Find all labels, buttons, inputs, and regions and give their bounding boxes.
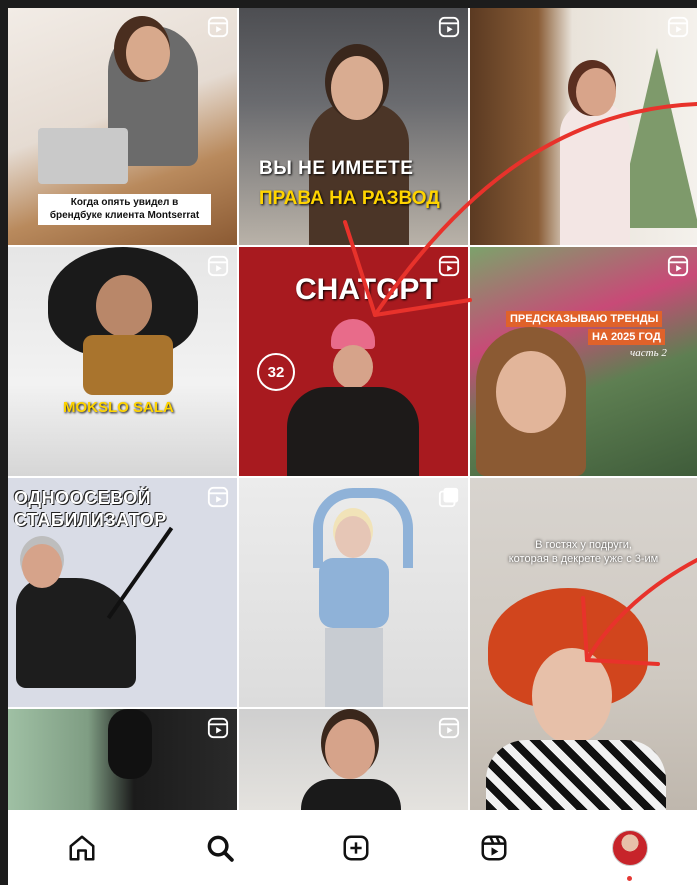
- nav-profile[interactable]: [608, 828, 652, 868]
- grid-tile-7[interactable]: ОДНООСЕВОЙ СТАБИЛИЗАТОР: [8, 478, 237, 707]
- grid-tile-10[interactable]: [8, 709, 237, 810]
- create-icon: [343, 835, 369, 861]
- episode-badge: 32: [257, 353, 295, 391]
- person-body: [486, 740, 666, 810]
- person-head: [126, 26, 170, 80]
- grid-tile-1[interactable]: Когда опять увидел в брендбуке клиента M…: [8, 8, 237, 245]
- reels-icon: [481, 835, 507, 861]
- tile-caption-line-1: ОДНООСЕВОЙ: [14, 488, 152, 508]
- reels-icon: [207, 486, 229, 508]
- tile-caption: Когда опять увидел в брендбуке клиента M…: [38, 194, 211, 225]
- grid-tile-6[interactable]: ПРЕДСКАЗЫВАЮ ТРЕНДЫ НА 2025 ГОД часть 2: [470, 247, 697, 476]
- reels-icon: [207, 255, 229, 277]
- person-head: [496, 351, 566, 433]
- person-body: [83, 335, 173, 395]
- bottom-nav: [8, 810, 697, 885]
- tile-caption: MOKSLO SALA: [63, 399, 174, 416]
- profile-grid-screen: Когда опять увидел в брендбуке клиента M…: [8, 8, 697, 885]
- person-figure: [16, 578, 136, 688]
- reels-icon: [667, 16, 689, 38]
- reels-icon: [207, 717, 229, 739]
- laptop: [38, 128, 128, 184]
- nav-search[interactable]: [198, 828, 242, 868]
- nav-reels[interactable]: [472, 828, 516, 868]
- tile-caption: В гостях у подруги, которая в декрете уж…: [508, 539, 659, 566]
- tile-caption-line-2: СТАБИЛИЗАТОР: [14, 510, 167, 530]
- person-head: [22, 544, 62, 588]
- person-head: [96, 275, 152, 337]
- grid-tile-11[interactable]: [239, 709, 468, 810]
- nav-create[interactable]: [334, 828, 378, 868]
- nav-home[interactable]: [60, 828, 104, 868]
- home-icon: [69, 835, 95, 861]
- person-head: [532, 648, 612, 744]
- person-head: [325, 719, 375, 779]
- person-body: [319, 558, 389, 628]
- grid-tile-2[interactable]: ВЫ НЕ ИМЕЕТЕ ПРАВА НА РАЗВОД: [239, 8, 468, 245]
- tile-caption-band-2: НА 2025 ГОД: [588, 329, 665, 345]
- reels-icon: [207, 16, 229, 38]
- grid-tile-9[interactable]: В гостях у подруги, которая в декрете уж…: [470, 478, 697, 810]
- person-head: [331, 56, 383, 120]
- person-head: [335, 516, 371, 558]
- person-body: [301, 779, 401, 810]
- reels-icon: [667, 255, 689, 277]
- person-figure: [560, 103, 630, 245]
- person-head: [576, 68, 616, 116]
- tile-caption: CHATGPT: [295, 273, 438, 306]
- grid-tile-3[interactable]: [470, 8, 697, 245]
- reels-icon: [438, 717, 460, 739]
- person-body: [287, 387, 419, 476]
- grid-tile-5[interactable]: CHATGPT 32: [239, 247, 468, 476]
- person-head: [333, 345, 373, 389]
- tile-caption-sub: часть 2: [630, 347, 667, 359]
- multiple-photos-icon: [438, 487, 459, 508]
- reels-icon: [438, 16, 460, 38]
- tile-caption-line-1: ВЫ НЕ ИМЕЕТЕ: [259, 158, 414, 179]
- grid-tile-4[interactable]: MOKSLO SALA: [8, 247, 237, 476]
- tile-caption-band-1: ПРЕДСКАЗЫВАЮ ТРЕНДЫ: [506, 311, 663, 327]
- reels-grid: Когда опять увидел в брендбуке клиента M…: [8, 8, 697, 810]
- profile-active-dot: [627, 876, 632, 881]
- tile-caption-line-2: ПРАВА НА РАЗВОД: [259, 188, 440, 209]
- grid-tile-8[interactable]: [239, 478, 468, 707]
- person-legs: [325, 628, 383, 707]
- person-figure: [108, 709, 152, 779]
- search-icon: [207, 835, 234, 862]
- profile-avatar: [612, 830, 648, 866]
- reels-icon: [438, 255, 460, 277]
